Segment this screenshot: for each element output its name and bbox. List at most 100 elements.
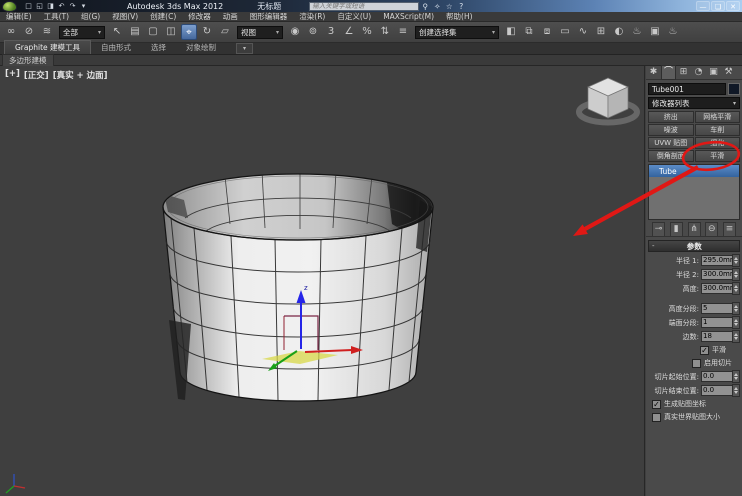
bind-to-space-warp-icon[interactable]: ≋ xyxy=(39,24,55,40)
generate-mapping-checkbox[interactable]: ✓ xyxy=(652,399,661,409)
menu-views[interactable]: 视图(V) xyxy=(106,11,144,22)
select-and-link-icon[interactable]: ∞ xyxy=(3,24,19,40)
modifier-list-dropdown[interactable]: 修改器列表 ▾ xyxy=(648,97,740,109)
help-icon[interactable]: ? xyxy=(455,2,467,11)
menu-edit[interactable]: 编辑(E) xyxy=(0,11,38,22)
panel-polygon-modeling[interactable]: 多边形建模 xyxy=(2,53,54,67)
snap-toggle-3d-icon[interactable]: 3 xyxy=(323,24,339,40)
viewport-menu-plus[interactable]: [+] xyxy=(5,69,20,81)
sides-field[interactable]: 18 xyxy=(701,331,732,342)
redo-icon[interactable]: ↷ xyxy=(67,1,78,12)
menu-create[interactable]: 创建(C) xyxy=(144,11,182,22)
menu-maxscript[interactable]: MAXScript(M) xyxy=(377,12,440,21)
noise-button[interactable]: 噪波 xyxy=(648,124,694,136)
pin-stack-icon[interactable]: ⊸ xyxy=(652,221,665,237)
menu-animation[interactable]: 动画 xyxy=(217,11,244,22)
create-tab-icon[interactable]: ✱ xyxy=(646,66,661,79)
radius2-field[interactable]: 300.0mm xyxy=(701,269,732,280)
tab-object-paint[interactable]: 对象绘制 xyxy=(176,41,226,54)
height-segments-field[interactable]: 5 xyxy=(701,303,732,314)
select-and-manipulate-icon[interactable]: ⊚ xyxy=(305,24,321,40)
unlink-selection-icon[interactable]: ⊘ xyxy=(21,24,37,40)
angle-snap-icon[interactable]: ∠ xyxy=(341,24,357,40)
close-button[interactable]: ✕ xyxy=(726,1,740,11)
infocenter-search-input[interactable] xyxy=(309,1,420,11)
utilities-tab-icon[interactable]: ⚒ xyxy=(721,66,736,79)
menu-help[interactable]: 帮助(H) xyxy=(440,11,479,22)
real-world-checkbox[interactable] xyxy=(652,412,661,422)
motion-tab-icon[interactable]: ◔ xyxy=(691,66,706,79)
parameters-rollout-header[interactable]: - 参数 xyxy=(648,240,740,252)
height-spinner[interactable] xyxy=(732,282,740,295)
reference-coordinate-dropdown[interactable]: 视图 ▾ xyxy=(237,25,283,39)
enable-slice-checkbox[interactable] xyxy=(692,358,701,368)
tab-graphite-modeling[interactable]: Graphite 建模工具 xyxy=(4,40,92,54)
select-by-name-icon[interactable]: ▤ xyxy=(127,24,143,40)
new-scene-icon[interactable]: □ xyxy=(23,1,34,12)
viewport[interactable]: [+] [正交] [真实 + 边面] z xyxy=(0,66,645,496)
application-button[interactable] xyxy=(2,0,17,12)
hierarchy-tab-icon[interactable]: ⊞ xyxy=(676,66,691,79)
edit-named-sets-icon[interactable]: ≡ xyxy=(395,24,411,40)
object-color-swatch[interactable] xyxy=(728,83,740,95)
percent-snap-icon[interactable]: % xyxy=(359,24,375,40)
ribbon-toggle-icon[interactable]: ▭ xyxy=(557,24,573,40)
tab-selection[interactable]: 选择 xyxy=(141,41,176,54)
viewport-shading-label[interactable]: [真实 + 边面] xyxy=(53,69,108,81)
ribbon-collapse-icon[interactable]: ▾ xyxy=(236,43,254,54)
select-and-rotate-icon[interactable]: ↻ xyxy=(199,24,215,40)
modifier-stack[interactable]: Tube xyxy=(648,164,740,220)
tab-freeform[interactable]: 自由形式 xyxy=(91,41,141,54)
render-setup-icon[interactable]: ♨ xyxy=(629,24,645,40)
cap-segments-field[interactable]: 1 xyxy=(701,317,732,328)
extrude-button[interactable]: 挤出 xyxy=(648,111,694,123)
tessellate-button[interactable]: 细化 xyxy=(694,137,740,149)
slice-from-spinner[interactable] xyxy=(732,370,740,383)
mirror-icon[interactable]: ◧ xyxy=(503,24,519,40)
render-icon[interactable]: ♨ xyxy=(665,24,681,40)
named-selection-sets-dropdown[interactable]: 创建选择集 ▾ xyxy=(415,25,499,39)
viewcube[interactable] xyxy=(576,77,640,126)
slice-from-field[interactable]: 0.0 xyxy=(701,371,732,382)
select-object-icon[interactable]: ↖ xyxy=(109,24,125,40)
radius2-spinner[interactable] xyxy=(732,268,740,281)
modify-tab-icon[interactable]: ⌒ xyxy=(661,65,676,80)
viewport-view-label[interactable]: [正交] xyxy=(24,69,49,81)
menu-graph-editors[interactable]: 图形编辑器 xyxy=(244,11,294,22)
spinner-snap-icon[interactable]: ⇅ xyxy=(377,24,393,40)
maximize-button[interactable]: ❏ xyxy=(711,1,725,11)
bevel-profile-button[interactable]: 倒角剖面 xyxy=(648,150,694,162)
smooth-checkbox[interactable]: ✓ xyxy=(700,345,709,355)
rendered-frame-window-icon[interactable]: ▣ xyxy=(647,24,663,40)
smooth-button[interactable]: 平滑 xyxy=(694,150,740,162)
menu-customize[interactable]: 自定义(U) xyxy=(331,11,377,22)
cap-segments-spinner[interactable] xyxy=(732,316,740,329)
qat-dropdown-icon[interactable]: ▾ xyxy=(78,1,89,12)
open-file-icon[interactable]: ◱ xyxy=(34,1,45,12)
lathe-button[interactable]: 车削 xyxy=(694,124,740,136)
radius1-field[interactable]: 295.0mm xyxy=(701,255,732,266)
menu-tools[interactable]: 工具(T) xyxy=(38,11,75,22)
slice-to-spinner[interactable] xyxy=(732,384,740,397)
object-name-field[interactable]: Tube001 xyxy=(648,83,726,95)
radius1-spinner[interactable] xyxy=(732,254,740,267)
selection-filter-dropdown[interactable]: 全部 ▾ xyxy=(59,25,105,39)
make-unique-icon[interactable]: ⋔ xyxy=(687,221,701,237)
menu-group[interactable]: 组(G) xyxy=(75,11,106,22)
select-and-move-icon[interactable]: ⌖ xyxy=(181,24,197,40)
display-tab-icon[interactable]: ▣ xyxy=(706,66,721,79)
use-pivot-center-icon[interactable]: ◉ xyxy=(287,24,303,40)
uvw-map-button[interactable]: UVW 贴图 xyxy=(648,137,694,149)
save-file-icon[interactable]: ◨ xyxy=(45,1,56,12)
subscription-center-icon[interactable]: ✧ xyxy=(431,2,443,11)
slice-to-field[interactable]: 0.0 xyxy=(701,385,732,396)
align-icon[interactable]: ⧉ xyxy=(521,24,537,40)
material-editor-icon[interactable]: ◐ xyxy=(611,24,627,40)
undo-icon[interactable]: ↶ xyxy=(56,1,67,12)
favorites-icon[interactable]: ☆ xyxy=(443,2,455,11)
select-and-scale-icon[interactable]: ▱ xyxy=(217,24,233,40)
remove-modifier-icon[interactable]: ⊖ xyxy=(705,221,719,237)
minimize-button[interactable]: — xyxy=(696,1,710,11)
curve-editor-icon[interactable]: ∿ xyxy=(575,24,591,40)
layer-manager-icon[interactable]: ⧈ xyxy=(539,24,555,40)
